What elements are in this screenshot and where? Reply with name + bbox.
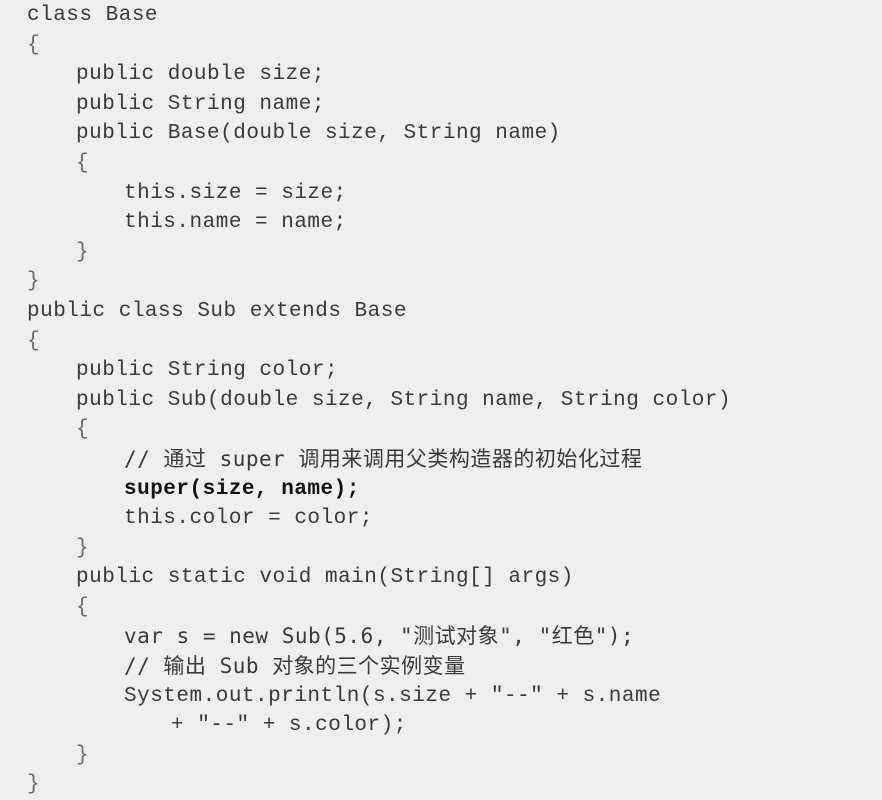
code-line: super(size, name); [0, 475, 882, 505]
code-line: public String name; [0, 90, 882, 120]
field-name: public String name; [76, 92, 325, 116]
new-sub-statement: var s = new Sub(5.6, "测试对象", "红色"); [124, 624, 635, 649]
code-line: var s = new Sub(5.6, "测试对象", "红色"); [0, 622, 882, 652]
open-brace: { [27, 33, 41, 57]
println-continuation: + "--" + s.color); [171, 714, 407, 738]
code-line: { [0, 593, 882, 623]
code-line: } [0, 534, 882, 564]
class-sub-declaration: public class Sub extends Base [27, 299, 407, 323]
open-brace: { [27, 329, 41, 353]
code-line: { [0, 415, 882, 445]
open-brace: { [76, 151, 90, 175]
assign-size: this.size = size; [124, 181, 347, 205]
code-line: // 通过 super 调用来调用父类构造器的初始化过程 [0, 445, 882, 475]
code-line: System.out.println(s.size + "--" + s.nam… [0, 682, 882, 712]
open-brace: { [76, 595, 90, 619]
code-line: } [0, 238, 882, 268]
close-brace: } [76, 743, 90, 767]
comment-super-call: // 通过 super 调用来调用父类构造器的初始化过程 [124, 446, 643, 471]
open-brace: { [76, 418, 90, 442]
code-line: public class Sub extends Base [0, 297, 882, 327]
code-line: { [0, 327, 882, 357]
code-line: { [0, 31, 882, 61]
comment-output: // 输出 Sub 对象的三个实例变量 [124, 654, 466, 679]
code-line: public String color; [0, 356, 882, 386]
main-method-signature: public static void main(String[] args) [76, 566, 574, 590]
sub-constructor-signature: public Sub(double size, String name, Str… [76, 388, 732, 412]
close-brace: } [27, 270, 41, 294]
base-constructor-signature: public Base(double size, String name) [76, 122, 561, 146]
code-line: } [0, 741, 882, 771]
code-line: } [0, 267, 882, 297]
assign-color: this.color = color; [124, 507, 373, 531]
code-line: public double size; [0, 60, 882, 90]
close-brace: } [76, 240, 90, 264]
close-brace: } [76, 536, 90, 560]
code-listing: class Base { public double size; public … [0, 0, 882, 796]
class-base-declaration: class Base [27, 4, 159, 27]
code-line: this.name = name; [0, 208, 882, 238]
super-call-statement: super(size, name); [124, 477, 360, 501]
code-line: + "--" + s.color); [0, 711, 882, 741]
code-line: { [0, 149, 882, 179]
code-line: // 输出 Sub 对象的三个实例变量 [0, 652, 882, 682]
code-line: public Sub(double size, String name, Str… [0, 386, 882, 416]
field-color: public String color; [76, 359, 339, 383]
code-line: public static void main(String[] args) [0, 563, 882, 593]
code-line: this.size = size; [0, 179, 882, 209]
code-line: class Base [0, 1, 882, 31]
field-size: public double size; [76, 63, 325, 87]
code-line: this.color = color; [0, 504, 882, 534]
println-statement: System.out.println(s.size + "--" + s.nam… [124, 684, 662, 708]
code-line: public Base(double size, String name) [0, 119, 882, 149]
assign-name: this.name = name; [124, 211, 347, 235]
